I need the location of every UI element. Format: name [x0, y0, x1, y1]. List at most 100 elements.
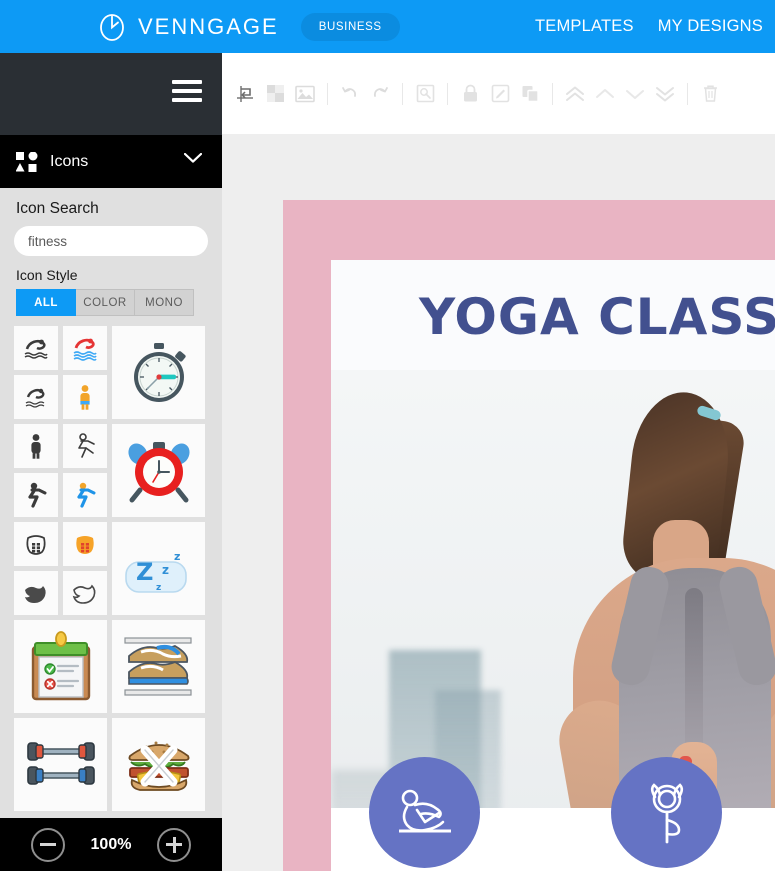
- muscle-arm-outline-icon: [72, 584, 96, 604]
- sleep-zzz-icon: Z z z z: [124, 550, 187, 593]
- icon-result-swimming-mono-dark[interactable]: [14, 326, 58, 370]
- icon-result-sleep-zzz[interactable]: Z z z z: [112, 522, 205, 615]
- exercise-outline-icon: [78, 433, 95, 458]
- icon-result-abs-orange[interactable]: [63, 522, 107, 566]
- icon-result-no-burger[interactable]: [112, 718, 205, 811]
- swimming-mono-dark-icon: [24, 339, 48, 359]
- tank-spine-detail: [685, 588, 703, 758]
- duplicate-button[interactable]: [515, 79, 545, 109]
- icon-result-stopwatch[interactable]: [112, 326, 205, 419]
- dumbbells-icon: [26, 741, 95, 785]
- toolbar-separator: [327, 82, 328, 105]
- chevron-down-icon: [626, 89, 644, 99]
- edit-button[interactable]: [485, 79, 515, 109]
- toolbar-separator: [552, 82, 553, 105]
- alarm-clock-icon: [127, 441, 190, 502]
- swimming-color-red-icon: [73, 338, 97, 361]
- icon-result-swimming-color-red[interactable]: [63, 326, 107, 370]
- swimming-mono-outline-icon: [25, 388, 45, 408]
- sidebar-menu-bar: [0, 53, 222, 135]
- exercise-blue-icon: [77, 482, 96, 508]
- crop-button[interactable]: [410, 79, 440, 109]
- icons-panel-header[interactable]: Icons: [0, 135, 222, 188]
- lock-icon: [463, 84, 477, 102]
- icon-result-running-shoes[interactable]: [112, 620, 205, 713]
- no-burger-icon: [128, 741, 189, 791]
- chevron-up-icon: [596, 88, 614, 98]
- abs-orange-icon: [76, 536, 94, 554]
- brand-logo-group[interactable]: VENNGAGE: [96, 11, 279, 43]
- business-badge[interactable]: BUSINESS: [300, 12, 400, 41]
- icon-search-box[interactable]: [14, 226, 208, 256]
- icons-grid-icon: [16, 151, 38, 172]
- icon-result-swimming-mono-outline[interactable]: [14, 375, 58, 419]
- poster-title[interactable]: YOGA CLASS: [419, 288, 775, 346]
- style-option-all[interactable]: ALL: [16, 289, 76, 316]
- icon-result-exercise-blue[interactable]: [63, 473, 107, 517]
- zoom-out-icon[interactable]: [30, 827, 65, 862]
- nav-my-designs[interactable]: MY DESIGNS: [646, 17, 775, 36]
- send-to-back-button[interactable]: [650, 79, 680, 109]
- icons-panel-title: Icons: [50, 152, 89, 170]
- svg-text:z: z: [162, 563, 169, 577]
- muscle-arm-dark-icon: [25, 586, 46, 603]
- trash-icon: [703, 85, 717, 102]
- badge-stretching-icon[interactable]: [369, 757, 480, 868]
- toolbar-separator: [402, 82, 403, 105]
- svg-text:z: z: [156, 583, 161, 593]
- bring-to-front-button[interactable]: [560, 79, 590, 109]
- canvas-scroll-area[interactable]: YOGA CLASS: [222, 134, 775, 871]
- toolbar-separator: [687, 82, 688, 105]
- hamburger-menu-icon[interactable]: [172, 80, 202, 102]
- search-input[interactable]: [28, 233, 205, 249]
- zoom-level-label: 100%: [90, 835, 132, 853]
- icon-result-muscle-arm-dark[interactable]: [14, 571, 58, 615]
- icon-result-exercise-outline[interactable]: [63, 424, 107, 468]
- exercise-mono-icon: [28, 482, 47, 508]
- icon-style-toggle: ALL COLOR MONO: [16, 289, 194, 316]
- icon-result-muscle-arm-outline[interactable]: [63, 571, 107, 615]
- toolbar-separator: [447, 82, 448, 105]
- undo-button[interactable]: [335, 79, 365, 109]
- icon-result-person-standing-orange[interactable]: [63, 375, 107, 419]
- pencil-square-icon: [491, 84, 509, 103]
- chevron-down-icon[interactable]: [184, 153, 202, 163]
- person-stretching-icon: [398, 789, 451, 832]
- poster-design[interactable]: YOGA CLASS: [283, 200, 775, 871]
- icon-result-alarm-clock[interactable]: [112, 424, 205, 517]
- background-image-button[interactable]: [290, 79, 320, 109]
- style-option-mono[interactable]: MONO: [135, 289, 194, 316]
- background-color-button[interactable]: [260, 79, 290, 109]
- icon-result-abs-outline[interactable]: [14, 522, 58, 566]
- poster-inner-panel: YOGA CLASS: [331, 260, 775, 871]
- brand-name: VENNGAGE: [138, 13, 279, 39]
- clipboard-checklist-icon: [31, 630, 90, 700]
- align-icon: [237, 85, 253, 102]
- redo-arrow-icon: [374, 86, 388, 97]
- lock-button[interactable]: [455, 79, 485, 109]
- icon-result-person-standing-mono[interactable]: [14, 424, 58, 468]
- checker-square-icon: [266, 85, 284, 102]
- top-header: VENNGAGE BUSINESS TEMPLATES MY DESIGNS: [0, 0, 775, 53]
- icon-result-dumbbells[interactable]: [14, 718, 107, 811]
- nav-templates[interactable]: TEMPLATES: [523, 17, 646, 36]
- svg-text:z: z: [174, 550, 180, 563]
- icon-style-label: Icon Style: [16, 267, 78, 283]
- redo-button[interactable]: [365, 79, 395, 109]
- delete-button[interactable]: [695, 79, 725, 109]
- bring-forward-button[interactable]: [590, 79, 620, 109]
- double-chevron-up-icon: [566, 86, 584, 101]
- search-wrapper: [0, 226, 222, 256]
- align-tool-button[interactable]: [230, 79, 260, 109]
- badge-tree-pose-icon[interactable]: [611, 757, 722, 868]
- icon-result-exercise-mono[interactable]: [14, 473, 58, 517]
- svg-text:Z: Z: [136, 558, 153, 586]
- icon-result-clipboard-checklist[interactable]: [14, 620, 107, 713]
- zoom-control-bar: 100%: [0, 818, 222, 871]
- top-navigation: TEMPLATES MY DESIGNS: [523, 0, 775, 53]
- style-option-color[interactable]: COLOR: [76, 289, 135, 316]
- zoom-in-icon[interactable]: [157, 827, 192, 862]
- send-backward-button[interactable]: [620, 79, 650, 109]
- editor-toolbar: [222, 53, 775, 134]
- person-tree-pose-icon: [650, 782, 683, 843]
